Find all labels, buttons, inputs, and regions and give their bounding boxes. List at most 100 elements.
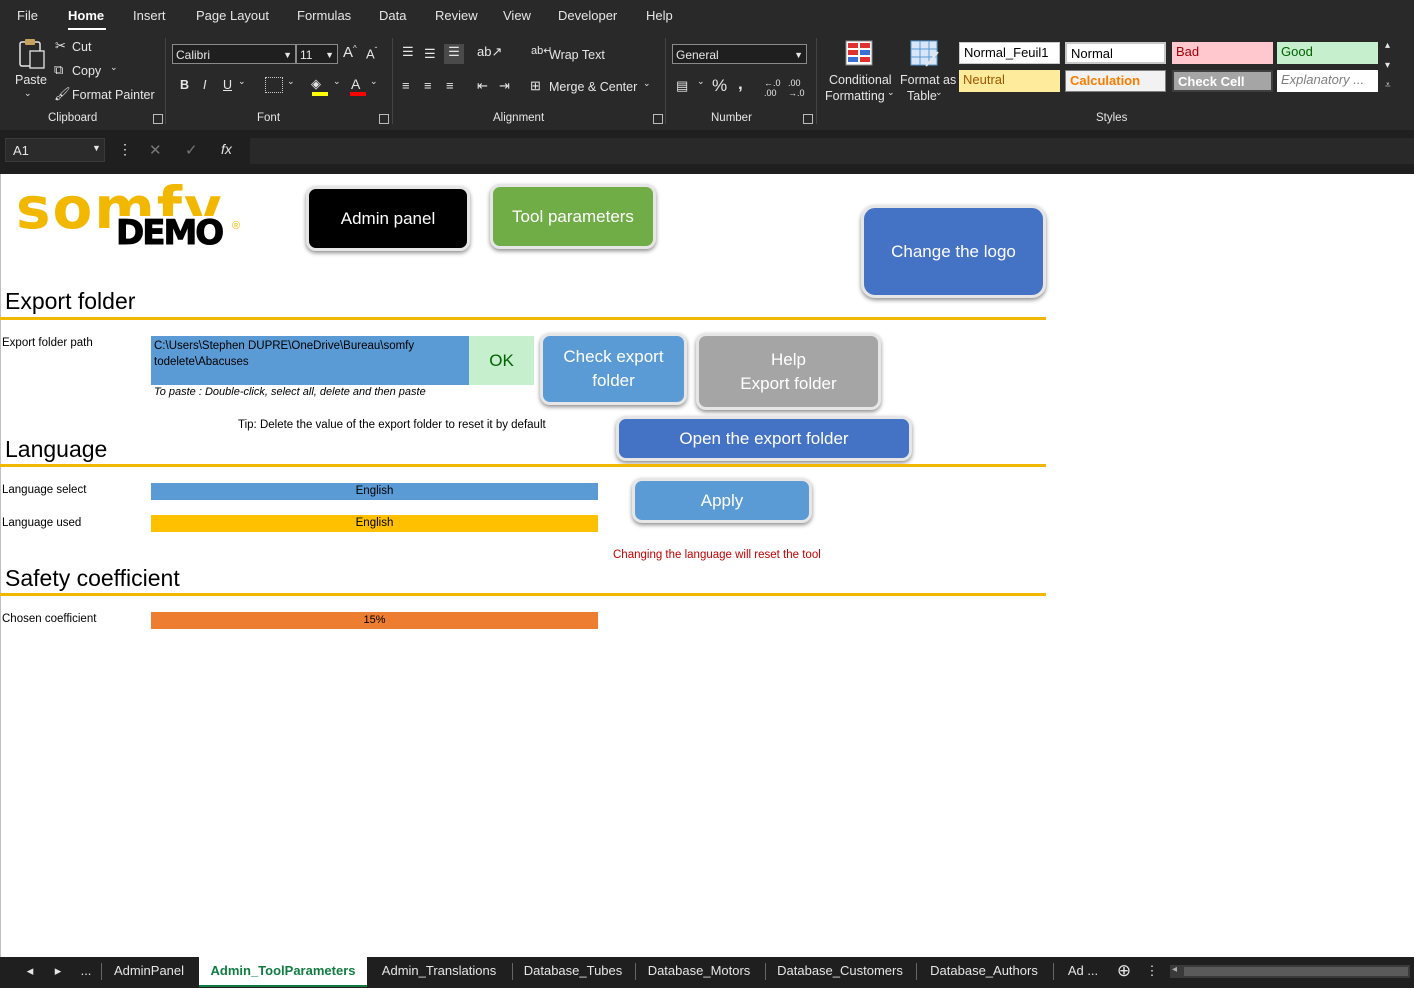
language-select-cell[interactable]: English (151, 483, 598, 500)
chevron-down-icon[interactable]: ⌄ (697, 76, 705, 87)
increase-decimal-icon[interactable]: ←.0.00 (764, 78, 781, 98)
style-neutral[interactable]: Neutral (959, 70, 1060, 92)
help-export-folder-button[interactable]: Help Export folder (696, 333, 881, 410)
tab-admin-toolparameters[interactable]: Admin_ToolParameters (199, 957, 367, 987)
scrollbar-thumb[interactable] (1184, 967, 1408, 976)
fill-color-icon[interactable]: ◈ (311, 76, 321, 92)
menu-view[interactable]: View (503, 8, 531, 23)
align-middle-icon[interactable]: ☰ (424, 46, 436, 62)
wrap-text-button[interactable]: Wrap Text (549, 48, 605, 62)
bold-button[interactable]: B (180, 78, 189, 92)
tab-database-motors[interactable]: Database_Motors (637, 957, 761, 985)
copy-button[interactable]: Copy (72, 64, 101, 78)
style-normal-feuil1[interactable]: Normal_Feuil1 (959, 42, 1060, 64)
orientation-icon[interactable]: ab↗ (477, 44, 502, 60)
menu-review[interactable]: Review (435, 8, 478, 23)
align-left-icon[interactable]: ≡ (402, 78, 410, 93)
menu-help[interactable]: Help (646, 8, 673, 23)
tab-database-customers[interactable]: Database_Customers (767, 957, 913, 985)
style-normal[interactable]: Normal (1065, 42, 1166, 64)
menu-file[interactable]: File (17, 8, 38, 23)
tab-scroll-left-icon[interactable]: ◂ (22, 957, 38, 985)
logo-registered: ® (232, 220, 241, 232)
tab-database-tubes[interactable]: Database_Tubes (514, 957, 632, 985)
chevron-down-icon[interactable]: ⌄ (287, 76, 295, 87)
paste-button[interactable]: Paste ⌄ (14, 38, 47, 98)
scroll-up-icon[interactable]: ▴ (1385, 40, 1390, 51)
menu-home[interactable]: Home (68, 8, 104, 23)
tab-ad-truncated[interactable]: Ad ... (1058, 957, 1108, 985)
format-painter-button[interactable]: Format Painter (72, 88, 155, 102)
underline-button[interactable]: U (223, 78, 232, 92)
style-calculation[interactable]: Calculation (1065, 70, 1166, 92)
tab-database-authors[interactable]: Database_Authors (918, 957, 1050, 985)
enter-icon[interactable]: ✓ (185, 141, 198, 159)
menu-developer[interactable]: Developer (558, 8, 617, 23)
menu-page-layout[interactable]: Page Layout (196, 8, 269, 23)
dialog-launcher-icon[interactable] (653, 114, 663, 124)
tab-more-button[interactable]: ... (76, 957, 96, 985)
chevron-down-icon[interactable]: ⌄ (110, 62, 118, 73)
tab-scroll-right-icon[interactable]: ▸ (50, 957, 66, 985)
cut-button[interactable]: Cut (72, 40, 91, 54)
format-as-table-button[interactable]: Format as Table ⌄ (898, 38, 956, 108)
decrease-decimal-icon[interactable]: .00 →.0 (788, 78, 805, 98)
check-export-folder-button[interactable]: Check export folder (540, 333, 687, 405)
scroll-down-icon[interactable]: ▾ (1385, 60, 1390, 71)
export-path-cell[interactable]: C:\Users\Stephen DUPRE\OneDrive\Bureau\s… (151, 336, 469, 385)
chevron-down-icon[interactable]: ⌄ (370, 76, 378, 87)
increase-indent-icon[interactable]: ⇥ (499, 78, 510, 94)
more-options-icon[interactable]: ⋮ (118, 141, 132, 158)
decrease-font-size-icon[interactable]: Aˇ (366, 46, 377, 61)
menu-insert[interactable]: Insert (133, 8, 166, 23)
tab-admin-translations[interactable]: Admin_Translations (370, 957, 508, 985)
chevron-down-icon[interactable]: ⌄ (238, 76, 246, 87)
tool-parameters-button[interactable]: Tool parameters (490, 184, 656, 249)
cancel-icon[interactable]: ✕ (149, 141, 162, 159)
change-logo-button[interactable]: Change the logo (861, 205, 1046, 298)
currency-icon[interactable]: ▤ (676, 78, 688, 94)
italic-button[interactable]: I (203, 78, 206, 92)
borders-icon[interactable] (265, 77, 283, 93)
font-name-select[interactable]: Calibri ▼ (172, 44, 296, 64)
style-explanatory[interactable]: Explanatory ... (1277, 70, 1378, 92)
chevron-down-icon[interactable]: ⌄ (643, 78, 651, 89)
scroll-left-icon[interactable]: ◂ (1172, 964, 1177, 975)
menu-data[interactable]: Data (379, 8, 406, 23)
decrease-indent-icon[interactable]: ⇤ (477, 78, 488, 94)
percent-icon[interactable]: % (712, 76, 727, 96)
align-bottom-icon[interactable]: ☰ (444, 44, 464, 64)
font-color-icon[interactable]: A (351, 76, 360, 92)
align-top-icon[interactable]: ☰ (402, 44, 414, 60)
conditional-formatting-icon (845, 40, 873, 66)
align-right-icon[interactable]: ≡ (446, 78, 454, 93)
style-bad[interactable]: Bad (1172, 42, 1273, 64)
conditional-formatting-button[interactable]: Conditional Formatting ⌄ (820, 38, 898, 108)
more-options-icon[interactable]: ⋮ (1144, 957, 1160, 985)
increase-font-size-icon[interactable]: A^ (343, 44, 357, 61)
formula-input[interactable] (250, 138, 1414, 164)
chosen-coefficient-cell[interactable]: 15% (151, 612, 598, 629)
name-box[interactable]: A1 ▼ (5, 138, 105, 162)
menu-formulas[interactable]: Formulas (297, 8, 351, 23)
merge-center-button[interactable]: Merge & Center (549, 80, 637, 94)
comma-style-icon[interactable]: , (738, 74, 743, 94)
add-sheet-icon[interactable]: ⊕ (1114, 957, 1134, 985)
dialog-launcher-icon[interactable] (379, 114, 389, 124)
style-good[interactable]: Good (1277, 42, 1378, 64)
align-center-icon[interactable]: ≡ (424, 78, 432, 93)
more-styles-icon[interactable]: ⩡ (1385, 80, 1391, 91)
chevron-down-icon[interactable]: ⌄ (333, 76, 341, 87)
tab-adminpanel[interactable]: AdminPanel (103, 957, 195, 985)
dialog-launcher-icon[interactable] (153, 114, 163, 124)
dialog-launcher-icon[interactable] (803, 114, 813, 124)
open-export-folder-button[interactable]: Open the export folder (616, 416, 912, 461)
admin-panel-button[interactable]: Admin panel (306, 186, 470, 251)
apply-button[interactable]: Apply (632, 478, 812, 523)
font-size-select[interactable]: 11 ▼ (296, 44, 338, 64)
number-format-select[interactable]: General ▼ (672, 44, 807, 64)
style-check-cell[interactable]: Check Cell (1172, 70, 1273, 92)
table-icon (910, 40, 939, 67)
horizontal-scrollbar[interactable]: ◂ (1170, 964, 1410, 978)
insert-function-icon[interactable]: fx (221, 141, 232, 157)
